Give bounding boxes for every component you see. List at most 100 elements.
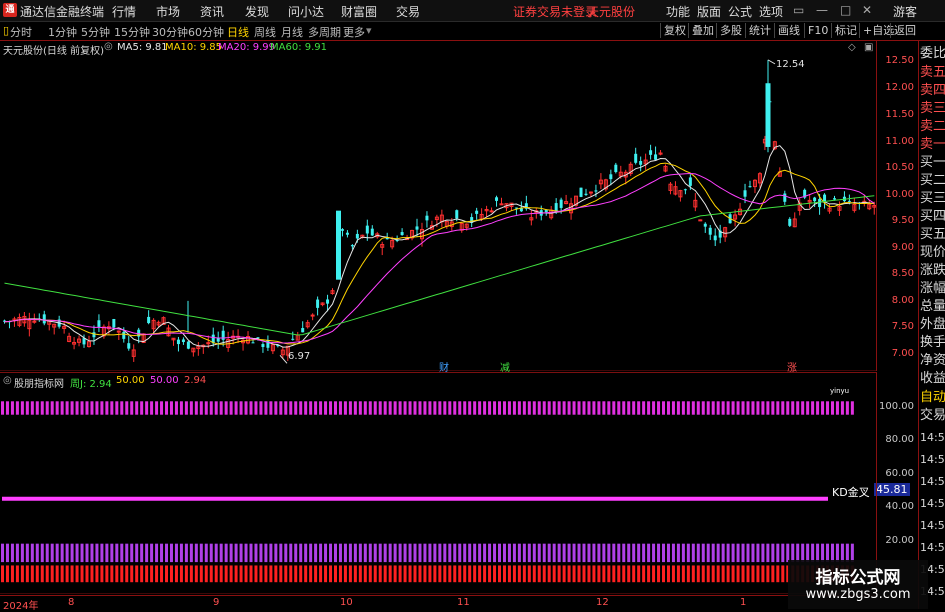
indicator-settings-icon[interactable]: ◎ bbox=[3, 375, 12, 386]
tool-diejia[interactable]: 叠加 bbox=[688, 23, 717, 38]
ind-tick: 60.00 bbox=[885, 468, 914, 479]
period-weekly[interactable]: 周线 bbox=[254, 24, 276, 40]
kd-cross-label: KD金叉 bbox=[832, 486, 870, 499]
app-title: 通达信金融终端 bbox=[20, 5, 105, 19]
quote-label: 卖二 bbox=[920, 119, 945, 134]
tool-biaoji[interactable]: 标记 bbox=[831, 23, 860, 38]
quote-label: 净资 bbox=[920, 353, 945, 368]
tool-f10[interactable]: F10 bbox=[804, 23, 831, 38]
menu-caifuquan[interactable]: 财富圈 bbox=[341, 3, 377, 20]
menu-banmian[interactable]: 版面 bbox=[697, 3, 721, 20]
period-1min[interactable]: 1分钟 bbox=[48, 24, 77, 40]
date-label: 10 bbox=[340, 597, 353, 608]
high-price-label: 12.54 bbox=[776, 59, 805, 70]
menu-gongshi[interactable]: 公式 bbox=[728, 3, 752, 20]
price-tick: 12.00 bbox=[885, 82, 914, 93]
quote-label: 买三 bbox=[920, 191, 945, 206]
minimize-icon[interactable]: — bbox=[816, 3, 828, 17]
watermark-title: 指标公式网 bbox=[815, 568, 901, 588]
period-toolbar: ▯ 分时 1分钟 5分钟 15分钟 30分钟 60分钟 日线 周线 月线 多周期… bbox=[0, 22, 945, 41]
chart-title: 天元股份(日线 前复权) bbox=[3, 46, 104, 57]
ma-settings-icon[interactable]: ◎ bbox=[104, 41, 113, 52]
period-60min[interactable]: 60分钟 bbox=[188, 24, 224, 40]
window-menu-icon[interactable]: ▭ bbox=[793, 3, 804, 17]
indicator-value-2: 50.00 bbox=[116, 375, 145, 386]
ma20-label: MA20: 9.99 bbox=[218, 42, 276, 53]
menu-zixun[interactable]: 资讯 bbox=[200, 3, 224, 20]
date-axis: 2024年 8 9 10 11 12 1 bbox=[0, 595, 876, 612]
quote-label: 卖一 bbox=[920, 137, 945, 152]
indicator-panel[interactable]: ◎ 股朋指标网 周J: 2.94 50.00 50.00 2.94 yinyu … bbox=[0, 372, 910, 594]
indicator-title: 股朋指标网 bbox=[14, 379, 64, 390]
ma5-label: MA5: 9.81 bbox=[117, 42, 168, 53]
more-dropdown-icon[interactable]: ▾ bbox=[366, 24, 372, 37]
tick-time: 14:56 bbox=[920, 519, 945, 532]
period-30min[interactable]: 30分钟 bbox=[152, 24, 188, 40]
price-tick: 7.50 bbox=[891, 321, 914, 332]
quote-label: 总量 bbox=[920, 299, 945, 314]
tool-duogu[interactable]: 多股 bbox=[716, 23, 745, 38]
guest-user[interactable]: 游客 bbox=[893, 3, 917, 20]
tool-tongji[interactable]: 统计 bbox=[745, 23, 774, 38]
quote-side-panel[interactable]: 委比 卖五 卖四 卖三 卖二 卖一 买一 买二 买三 买四 买五 现价 涨跌 涨… bbox=[918, 41, 945, 609]
ma60-label: MA60: 9.91 bbox=[270, 42, 328, 53]
period-15min[interactable]: 15分钟 bbox=[114, 24, 150, 40]
menu-faxian[interactable]: 发现 bbox=[245, 3, 269, 20]
menu-gongneng[interactable]: 功能 bbox=[666, 3, 690, 20]
panel-toggle-icon[interactable]: ▣ bbox=[864, 42, 873, 53]
period-indicator-icon: ▯ bbox=[3, 24, 10, 37]
price-tick: 11.00 bbox=[885, 136, 914, 147]
date-label: 2024年 bbox=[3, 601, 39, 612]
menu-wenxiaoda[interactable]: 问小达 bbox=[288, 3, 324, 20]
menu-xuanxiang[interactable]: 选项 bbox=[759, 3, 783, 20]
watermark: 指标公式网 www.zbgs3.com bbox=[788, 560, 928, 609]
maximize-icon[interactable]: □ bbox=[840, 3, 851, 17]
date-label: 12 bbox=[596, 597, 609, 608]
ind-tick: 40.00 bbox=[885, 501, 914, 512]
period-fenshi[interactable]: 分时 bbox=[10, 24, 32, 40]
price-tick: 8.50 bbox=[891, 268, 914, 279]
price-tick: 10.00 bbox=[885, 189, 914, 200]
trade-login-warning[interactable]: 证券交易未登录 bbox=[513, 3, 597, 20]
date-label: 1 bbox=[740, 597, 747, 608]
ind-tick: 80.00 bbox=[885, 434, 914, 445]
quote-label: 卖五 bbox=[920, 65, 945, 80]
indicator-value-4: 2.94 bbox=[184, 375, 207, 386]
period-5min[interactable]: 5分钟 bbox=[81, 24, 110, 40]
ind-tick: 100.00 bbox=[879, 401, 914, 412]
period-more[interactable]: 更多 bbox=[343, 24, 365, 40]
menu-jiaoyi[interactable]: 交易 bbox=[396, 3, 420, 20]
quote-label: 收益 bbox=[920, 371, 945, 386]
price-tick: 7.00 bbox=[891, 348, 914, 359]
trade-label[interactable]: 交易 bbox=[920, 408, 945, 423]
quote-label: 涨跌 bbox=[920, 263, 945, 278]
ind-tick: 20.00 bbox=[885, 535, 914, 546]
period-daily[interactable]: 日线 bbox=[227, 24, 249, 40]
menu-hangqing[interactable]: 行情 bbox=[112, 3, 136, 20]
tool-huaxian[interactable]: 画线 bbox=[774, 23, 803, 38]
menu-shichang[interactable]: 市场 bbox=[156, 3, 180, 20]
ma10-label: MA10: 9.85 bbox=[165, 42, 223, 53]
app-logo-icon: 通 bbox=[3, 3, 17, 17]
tool-fuquan[interactable]: 复权 bbox=[660, 23, 689, 38]
date-label: 9 bbox=[213, 597, 220, 608]
indicator-value-3: 50.00 bbox=[150, 375, 179, 386]
price-tick: 12.50 bbox=[885, 55, 914, 66]
kline-chart-panel[interactable]: 天元股份(日线 前复权) ◎ MA5: 9.81 MA10: 9.85 MA20… bbox=[0, 41, 876, 374]
period-multi[interactable]: 多周期 bbox=[308, 24, 341, 40]
indicator-value-j: 周J: 2.94 bbox=[70, 379, 112, 390]
tool-back[interactable]: 返回 bbox=[890, 23, 919, 38]
quote-label: 委比 bbox=[920, 46, 945, 61]
tick-time: 14:56 bbox=[920, 431, 945, 444]
title-bar: 通 通达信金融终端 行情 市场 资讯 发现 问小达 财富圈 交易 证券交易未登录… bbox=[0, 0, 945, 22]
auto-label[interactable]: 自动 bbox=[920, 390, 945, 405]
tick-time: 14:56 bbox=[920, 497, 945, 510]
close-icon[interactable]: ✕ bbox=[862, 3, 872, 17]
period-monthly[interactable]: 月线 bbox=[281, 24, 303, 40]
price-tick: 11.50 bbox=[885, 109, 914, 120]
quote-label: 涨幅 bbox=[920, 281, 945, 296]
indicator-svg bbox=[0, 401, 876, 594]
diamond-icon[interactable]: ◇ bbox=[848, 42, 856, 53]
date-label: 8 bbox=[68, 597, 75, 608]
watermark-url: www.zbgs3.com bbox=[805, 587, 911, 602]
